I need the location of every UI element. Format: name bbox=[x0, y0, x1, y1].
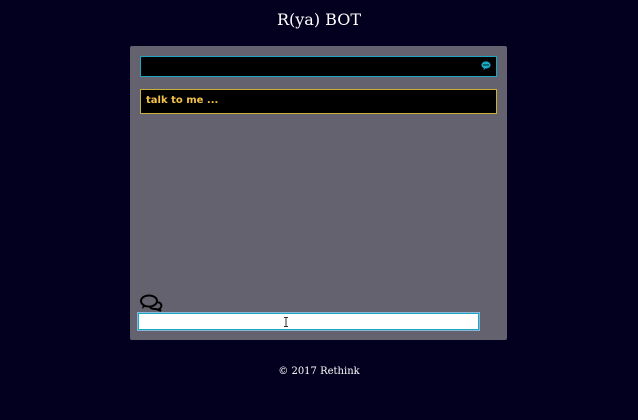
page: R(ya) BOT talk to me ... © 2017 Rethink bbox=[0, 0, 638, 420]
text-cursor-icon bbox=[284, 317, 288, 327]
chat-header-bar bbox=[140, 56, 497, 77]
page-title: R(ya) BOT bbox=[276, 10, 362, 29]
chat-panel: talk to me ... bbox=[130, 46, 507, 340]
chat-input[interactable] bbox=[137, 312, 480, 331]
bot-message: talk to me ... bbox=[140, 89, 497, 114]
footer-copyright: © 2017 Rethink bbox=[278, 366, 360, 377]
conversation-icon bbox=[140, 294, 163, 312]
chat-bubble-icon bbox=[481, 61, 491, 71]
